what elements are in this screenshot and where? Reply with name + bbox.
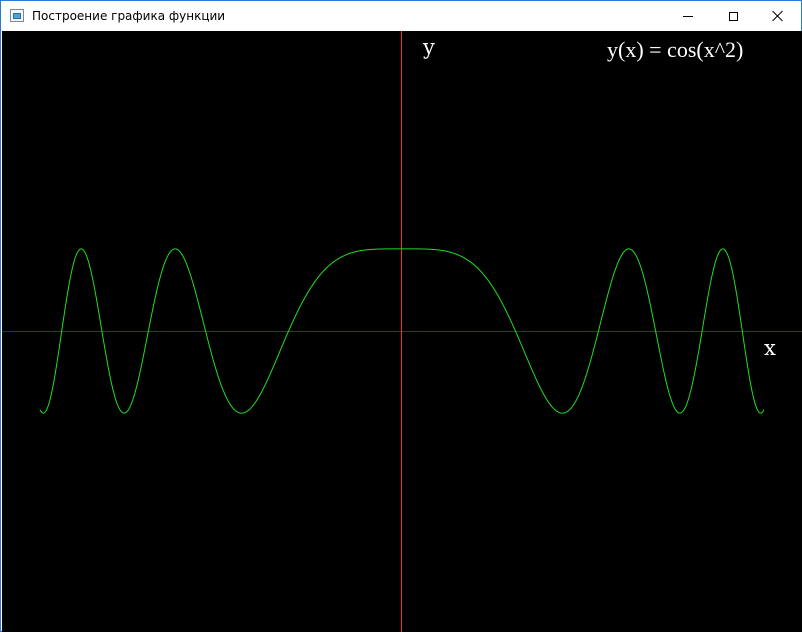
y-axis-label: y: [423, 35, 435, 59]
maximize-button[interactable]: [710, 1, 756, 31]
function-plot: [2, 31, 802, 632]
maximize-icon: [728, 11, 738, 21]
app-icon[interactable]: [10, 9, 24, 22]
close-button[interactable]: [755, 1, 801, 31]
minimize-icon: [683, 15, 693, 17]
window-title: Построение графика функции: [32, 9, 226, 23]
title-bar[interactable]: Построение графика функции: [1, 1, 801, 31]
minimize-button[interactable]: [665, 1, 711, 31]
x-axis-label: x: [764, 336, 776, 360]
close-icon: [772, 10, 784, 22]
app-window: Построение графика функции y x y(x) = co…: [0, 0, 802, 632]
plot-canvas: y x y(x) = cos(x^2): [2, 31, 802, 632]
function-label: y(x) = cos(x^2): [607, 37, 744, 62]
